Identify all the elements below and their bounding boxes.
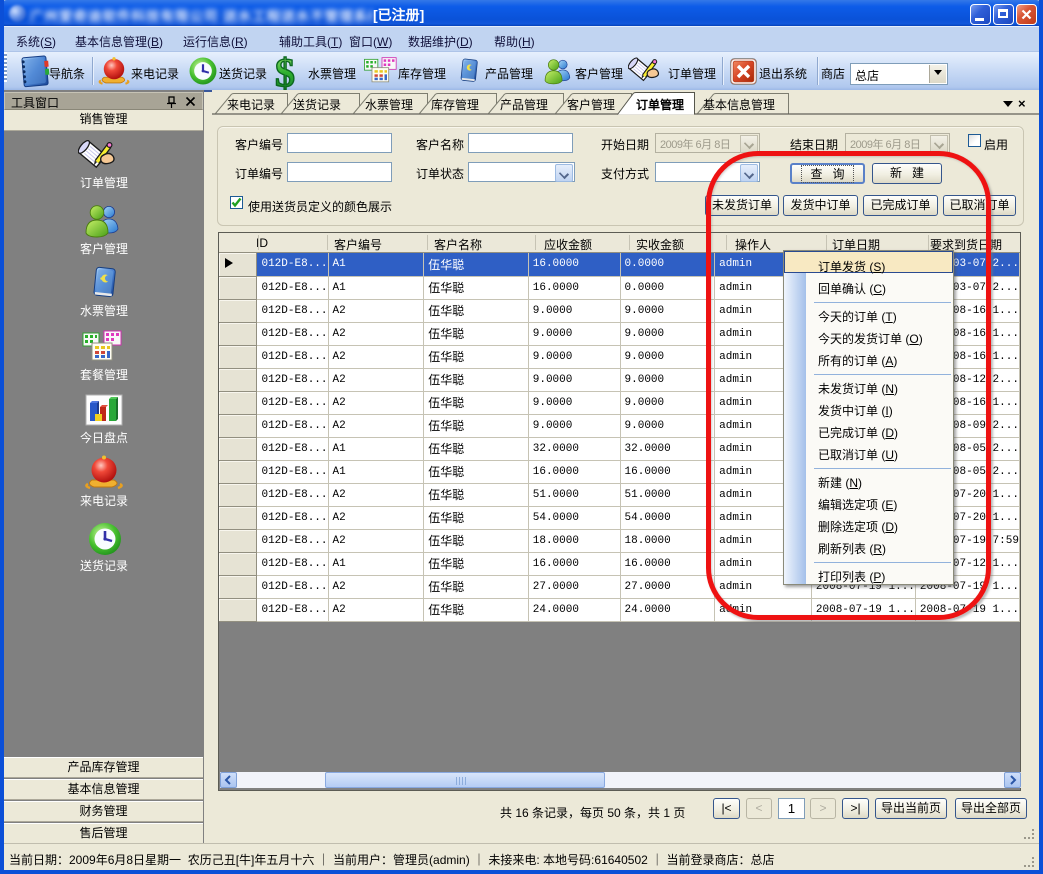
svg-text:基本信息管理: 基本信息管理 xyxy=(703,97,775,112)
svg-text:库存管理: 库存管理 xyxy=(431,97,479,112)
svg-text:客户管理: 客户管理 xyxy=(567,97,615,112)
svg-text:订单管理: 订单管理 xyxy=(636,97,684,112)
svg-text:水票管理: 水票管理 xyxy=(365,97,413,112)
svg-text:来电记录: 来电记录 xyxy=(227,98,275,112)
svg-text:送货记录: 送货记录 xyxy=(293,97,341,112)
svg-text:产品管理: 产品管理 xyxy=(500,97,548,112)
svg-text:$: $ xyxy=(275,53,295,90)
